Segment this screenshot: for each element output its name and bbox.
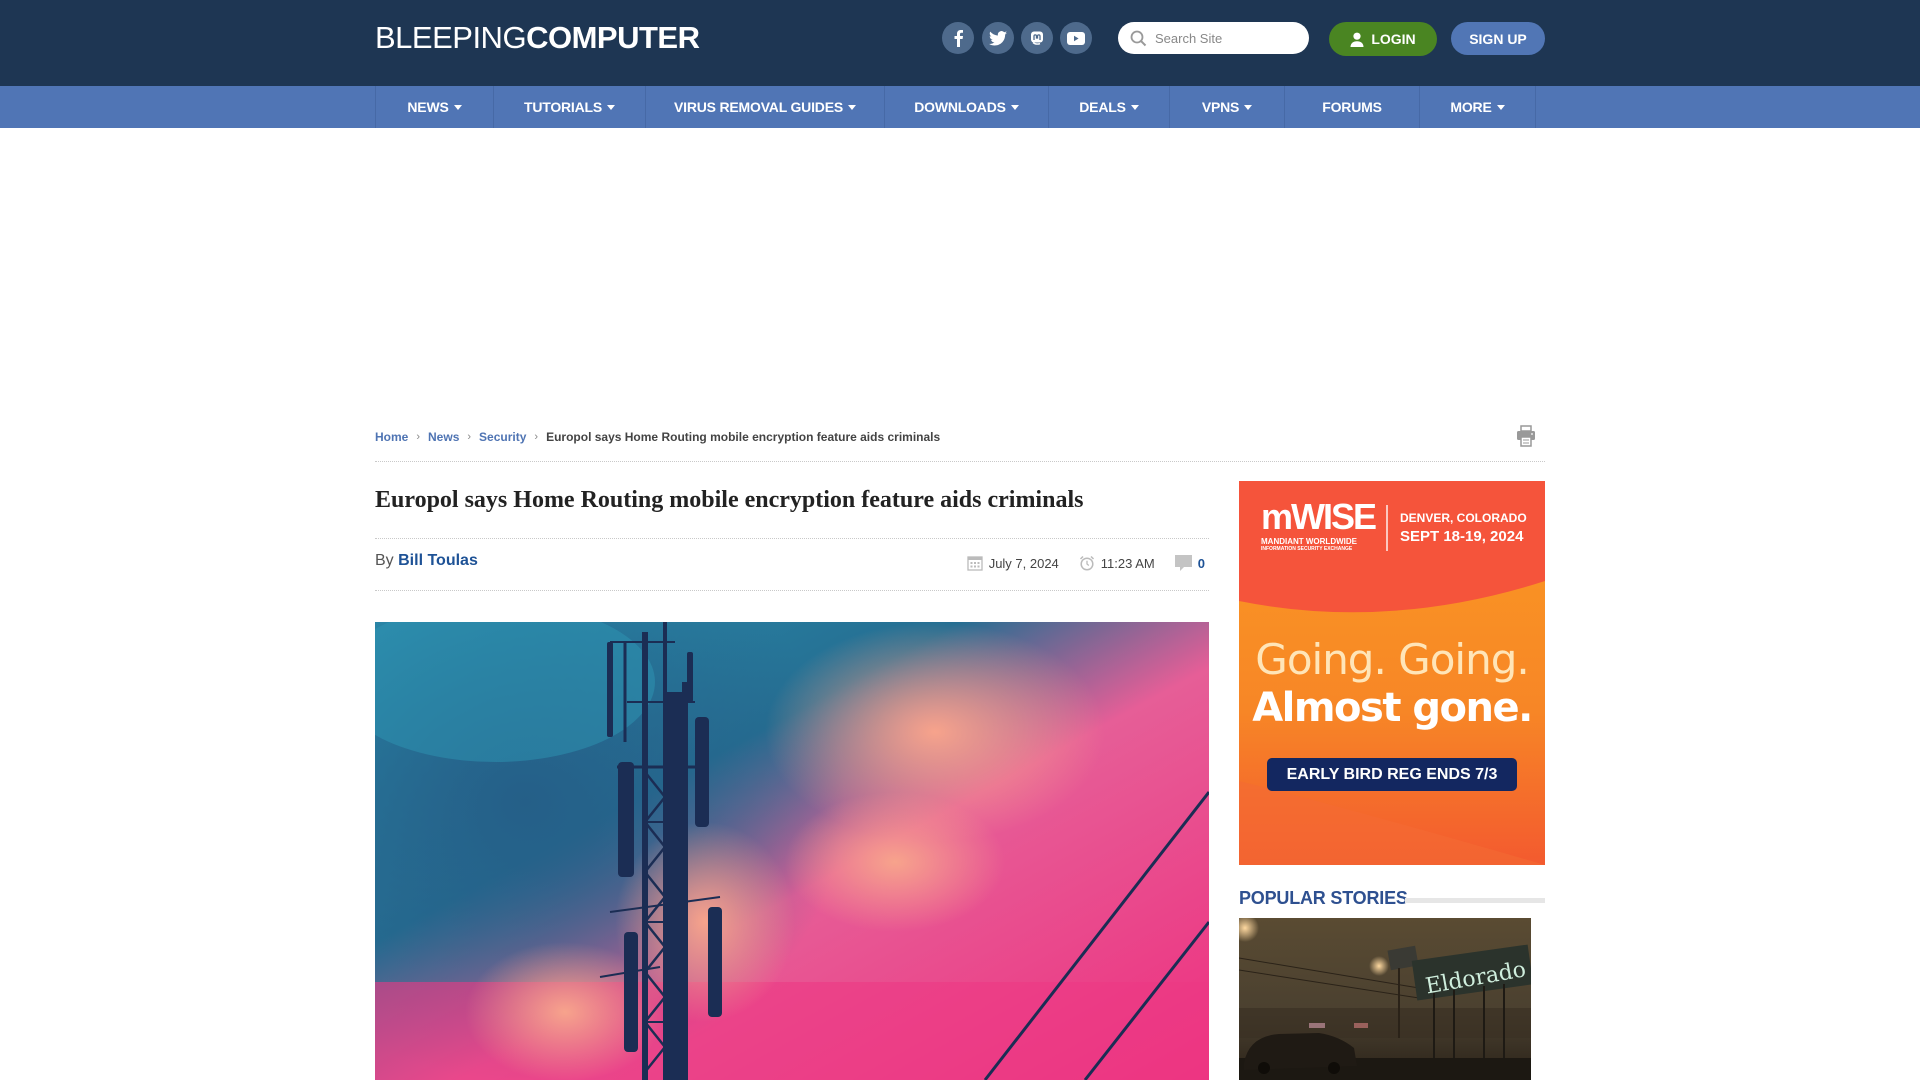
popular-story-image[interactable]: Eldorado: [1239, 918, 1531, 1080]
by-label: By: [375, 552, 394, 569]
mastodon-button[interactable]: [1021, 22, 1053, 54]
byline: By Bill Toulas: [375, 552, 478, 570]
comment-count[interactable]: 0: [1198, 556, 1205, 571]
facebook-button[interactable]: [942, 22, 974, 54]
popular-stories-divider: [1405, 898, 1545, 903]
nav-item-virus-removal-guides[interactable]: VIRUS REMOVAL GUIDES: [646, 86, 885, 128]
facebook-icon: [954, 30, 963, 47]
calendar-icon: [967, 556, 983, 571]
meta-divider: [375, 590, 1209, 591]
breadcrumb-news[interactable]: News: [428, 430, 459, 444]
ad-headline-1: Going. Going.: [1255, 635, 1529, 684]
comment-icon: [1174, 554, 1192, 571]
printer-icon: [1517, 425, 1535, 447]
title-divider: [375, 538, 1209, 539]
ad-brand-sub2: INFORMATION SECURITY EXCHANGE: [1261, 546, 1353, 552]
caret-down-icon: [1244, 105, 1253, 110]
logo-light-text: BLEEPING: [375, 20, 527, 55]
site-header: BLEEPINGCOMPUTER LOGIN SIGN UP: [0, 0, 1920, 86]
login-button[interactable]: LOGIN: [1329, 22, 1437, 56]
eldorado-scene-image: Eldorado: [1239, 918, 1531, 1080]
logo-bold-text: COMPUTER: [526, 20, 700, 55]
caret-down-icon: [847, 105, 856, 110]
breadcrumb-divider: [375, 461, 1545, 462]
search-icon: [1130, 30, 1147, 46]
user-icon: [1350, 32, 1364, 47]
nav-item-forums[interactable]: FORUMS: [1285, 86, 1420, 128]
popular-stories-heading: POPULAR STORIES: [1239, 888, 1408, 908]
youtube-icon: [1067, 31, 1085, 45]
article-hero-image: [375, 622, 1209, 1080]
alarm-clock-icon: [1079, 555, 1094, 571]
print-button[interactable]: [1516, 425, 1536, 447]
signup-label: SIGN UP: [1469, 30, 1527, 47]
site-logo[interactable]: BLEEPINGCOMPUTER: [375, 20, 700, 55]
article-title: Europol says Home Routing mobile encrypt…: [375, 487, 1084, 513]
nav-item-downloads[interactable]: DOWNLOADS: [885, 86, 1049, 128]
article-time: 11:23 AM: [1079, 555, 1155, 571]
caret-down-icon: [1010, 105, 1019, 110]
ad-cta-button[interactable]: EARLY BIRD REG ENDS 7/3: [1267, 758, 1517, 791]
twitter-icon: [989, 30, 1007, 46]
chevron-right-icon: ›: [534, 431, 539, 443]
article-date: July 7, 2024: [967, 555, 1059, 571]
caret-down-icon: [607, 105, 616, 110]
login-label: LOGIN: [1371, 31, 1416, 47]
main-navigation: NEWS TUTORIALS VIRUS REMOVAL GUIDES DOWN…: [0, 86, 1920, 128]
caret-down-icon: [453, 105, 462, 110]
nav-item-vpns[interactable]: VPNS: [1170, 86, 1285, 128]
cell-tower-illustration: [375, 622, 1209, 1080]
ad-dates: SEPT 18-19, 2024: [1400, 528, 1524, 545]
caret-down-icon: [1130, 105, 1139, 110]
breadcrumb-current: Europol says Home Routing mobile encrypt…: [546, 430, 941, 444]
caret-down-icon: [1496, 105, 1505, 110]
ad-brand: mWISE: [1261, 496, 1377, 537]
author-link[interactable]: Bill Toulas: [398, 552, 478, 569]
nav-item-more[interactable]: MORE: [1420, 86, 1536, 128]
youtube-button[interactable]: [1060, 22, 1092, 54]
article-comments[interactable]: 0: [1174, 554, 1205, 572]
search-box: [1118, 22, 1309, 54]
twitter-button[interactable]: [982, 22, 1014, 54]
signup-button[interactable]: SIGN UP: [1451, 22, 1545, 55]
chevron-right-icon: ›: [416, 431, 421, 443]
chevron-right-icon: ›: [467, 431, 472, 443]
search-input[interactable]: [1155, 30, 1305, 46]
breadcrumb-security[interactable]: Security: [479, 430, 526, 444]
ad-location: DENVER, COLORADO: [1400, 511, 1527, 525]
nav-item-tutorials[interactable]: TUTORIALS: [494, 86, 646, 128]
sidebar-advertisement[interactable]: mWISE MANDIANT WORLDWIDE INFORMATION SEC…: [1239, 481, 1545, 865]
breadcrumb: Home › News › Security › Europol says Ho…: [375, 428, 940, 446]
article-meta: July 7, 2024 11:23 AM 0: [947, 553, 1205, 573]
mastodon-icon: [1031, 31, 1043, 45]
breadcrumb-home[interactable]: Home: [375, 430, 408, 444]
nav-item-news[interactable]: NEWS: [376, 86, 494, 128]
ad-brand-sub1: MANDIANT WORLDWIDE: [1261, 537, 1357, 546]
ad-headline-2: Almost gone.: [1252, 685, 1533, 731]
nav-item-deals[interactable]: DEALS: [1049, 86, 1170, 128]
